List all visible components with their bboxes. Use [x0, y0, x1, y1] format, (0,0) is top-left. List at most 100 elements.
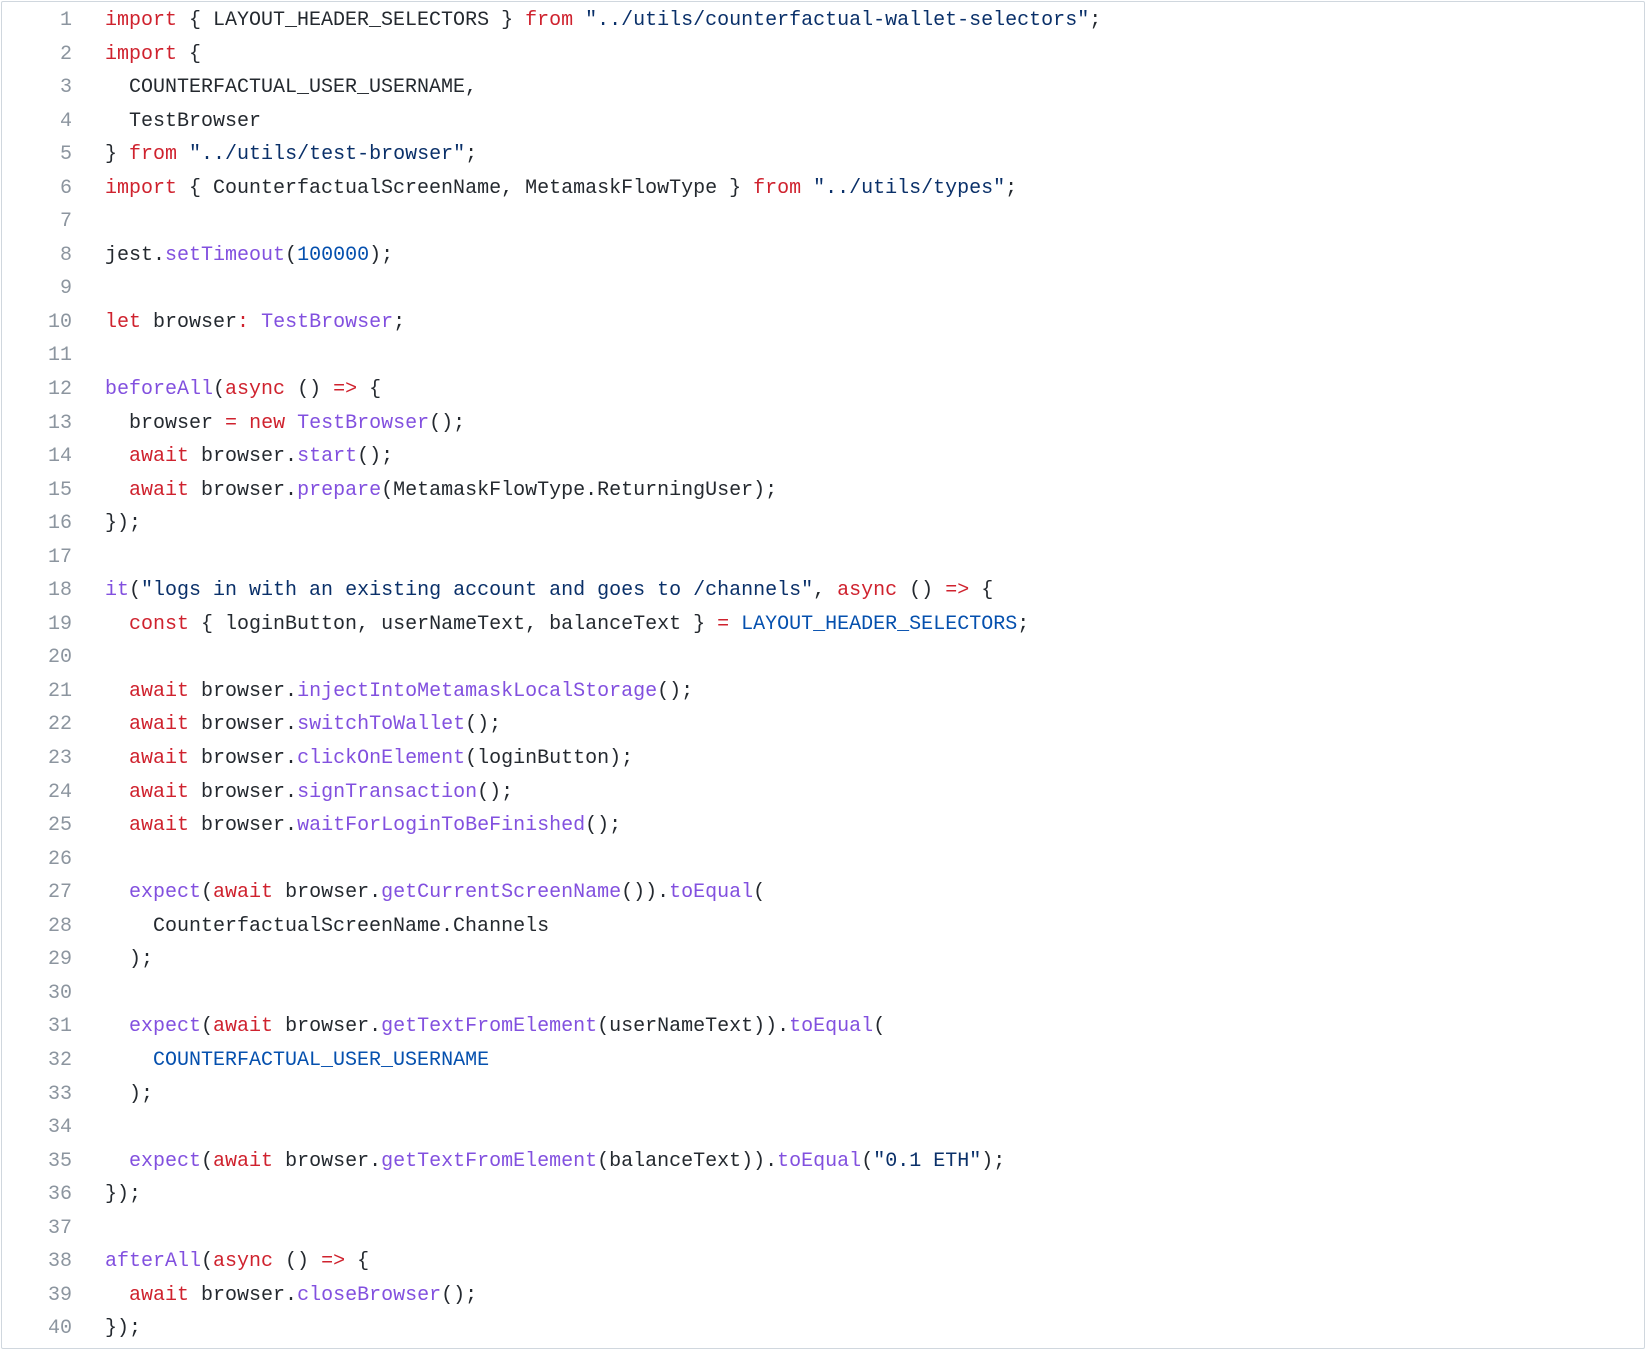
code-token: expect	[129, 1149, 202, 1173]
code-token: ()	[285, 378, 334, 402]
line-number: 1	[59, 9, 72, 32]
code-token: {	[357, 378, 382, 402]
code-token: setTimeout	[165, 243, 286, 267]
code-token: { CounterfactualScreenName, MetamaskFlow…	[177, 176, 754, 200]
code-table: 1 import { LAYOUT_HEADER_SELECTORS } from…	[2, 2, 1644, 1346]
code-line: 27 expect(await browser.getCurrentScreen…	[2, 876, 1644, 910]
code-token: browser.	[273, 1149, 382, 1173]
code-token: clickOnElement	[297, 747, 466, 771]
code-line: 16});	[2, 507, 1644, 541]
line-code: import { CounterfactualScreenName, Metam…	[72, 172, 1017, 206]
code-line: 21 await browser.injectIntoMetamaskLocal…	[2, 675, 1644, 709]
code-token: closeBrowser	[297, 1283, 442, 1307]
line-number: 31	[47, 1015, 72, 1039]
code-token: const	[129, 612, 190, 636]
code-line: 20	[2, 641, 1644, 675]
line-number: 40	[47, 1317, 72, 1341]
line-number: 29	[47, 948, 72, 972]
code-token: toEqual	[777, 1149, 862, 1173]
line-code: COUNTERFACTUAL_USER_USERNAME	[72, 1044, 489, 1078]
code-token: (balanceText)).	[597, 1149, 778, 1173]
code-token: ,	[813, 579, 838, 603]
code-line: 28 CounterfactualScreenName.Channels	[2, 910, 1644, 944]
line-number: 24	[47, 780, 72, 804]
line-code: CounterfactualScreenName.Channels	[72, 910, 549, 944]
code-token: browser.	[189, 747, 298, 771]
code-token: await	[213, 881, 274, 905]
code-token: =	[225, 411, 238, 435]
line-number: 7	[59, 210, 72, 234]
code-token: );	[105, 1082, 154, 1106]
line-number: 21	[47, 679, 72, 703]
code-line: 5} from "../utils/test-browser";	[2, 138, 1644, 172]
code-token: ();	[657, 679, 694, 703]
code-line: 15 await browser.prepare(MetamaskFlowTyp…	[2, 474, 1644, 508]
line-code: expect(await browser.getTextFromElement(…	[72, 1010, 885, 1044]
line-code: await browser.waitForLoginToBeFinished()…	[72, 809, 621, 843]
line-code: TestBrowser	[72, 105, 261, 139]
line-number: 2	[59, 42, 72, 66]
code-token: ;	[393, 310, 406, 334]
code-token: =>	[321, 1250, 346, 1274]
code-token: =>	[333, 378, 358, 402]
code-token: 100000	[297, 243, 370, 267]
code-line: 36});	[2, 1178, 1644, 1212]
line-code: await browser.prepare(MetamaskFlowType.R…	[72, 474, 777, 508]
code-token: (	[753, 881, 766, 905]
line-number: 18	[47, 579, 72, 603]
code-token: (	[201, 1015, 214, 1039]
line-number: 20	[47, 646, 72, 670]
line-code: );	[72, 943, 153, 977]
code-token: (	[129, 579, 142, 603]
line-code: it("logs in with an existing account and…	[72, 574, 993, 608]
code-token: { LAYOUT_HEADER_SELECTORS }	[177, 9, 526, 32]
code-token: (userNameText)).	[597, 1015, 790, 1039]
code-token: ;	[465, 143, 478, 167]
line-number: 32	[47, 1048, 72, 1072]
code-token: jest.	[105, 243, 166, 267]
code-token: (loginButton);	[465, 747, 634, 771]
code-line: 40});	[2, 1312, 1644, 1346]
code-line: 7	[2, 205, 1644, 239]
code-token: }	[105, 143, 130, 167]
code-line: 32 COUNTERFACTUAL_USER_USERNAME	[2, 1044, 1644, 1078]
code-line: 11	[2, 339, 1644, 373]
line-number: 10	[47, 310, 72, 334]
code-token: browser.	[189, 445, 298, 469]
code-token: {	[969, 579, 994, 603]
code-token: waitForLoginToBeFinished	[297, 814, 586, 838]
line-code: import { LAYOUT_HEADER_SELECTORS } from …	[72, 4, 1101, 38]
line-number: 3	[59, 76, 72, 100]
line-code: await browser.clickOnElement(loginButton…	[72, 742, 633, 776]
code-token: ()	[897, 579, 946, 603]
code-token: (	[201, 1250, 214, 1274]
code-line: 26	[2, 843, 1644, 877]
code-token: "../utils/types"	[813, 176, 1006, 200]
line-code: });	[72, 507, 141, 541]
code-token: ;	[1017, 612, 1030, 636]
code-token: prepare	[297, 478, 382, 502]
code-line: 29 );	[2, 943, 1644, 977]
code-token: await	[129, 780, 190, 804]
code-token: getTextFromElement	[381, 1149, 598, 1173]
line-number: 39	[47, 1283, 72, 1307]
code-token: new	[249, 411, 286, 435]
code-token: TestBrowser	[261, 310, 394, 334]
code-token: browser.	[189, 780, 298, 804]
code-token: {	[345, 1250, 370, 1274]
code-token: });	[105, 512, 142, 536]
code-token: ;	[1005, 176, 1018, 200]
code-token: browser.	[273, 1015, 382, 1039]
code-token: browser.	[273, 881, 382, 905]
code-line: 38 afterAll(async () => {	[2, 1245, 1644, 1279]
